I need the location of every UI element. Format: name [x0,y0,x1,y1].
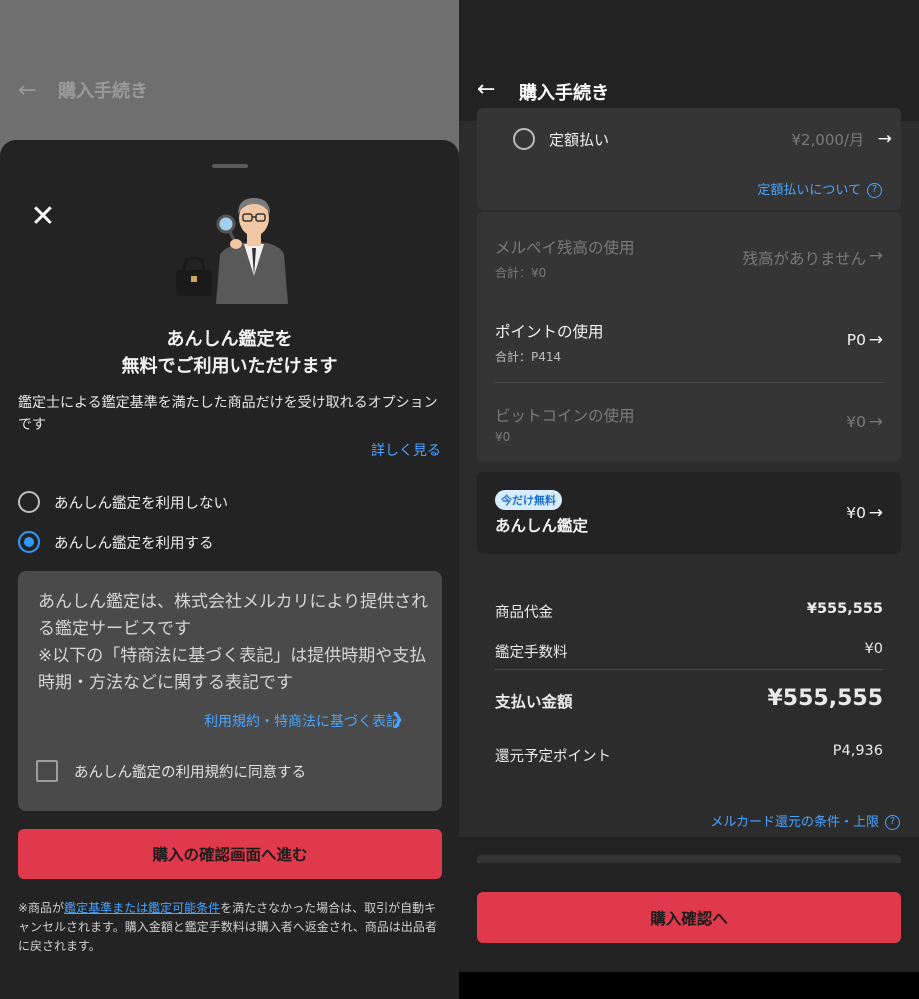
arrow-right-icon: → [868,412,883,432]
terms-link[interactable]: 利用規約・特商法に基づく表記 [204,711,400,731]
divider [495,669,883,670]
left-screen: ← 購入手続き ✕ あんしん鑑定を 無料でご利用いただけます 鑑定士による鑑定基… [0,0,459,999]
radio-use-selected[interactable] [18,531,40,553]
merpay-value: 残高がありません [742,250,866,268]
total-value: ¥555,555 [767,686,883,711]
anshin-value: ¥0 [846,504,866,522]
sheet-heading: あんしん鑑定を 無料でご利用いただけます [0,326,459,380]
agree-label: あんしん鑑定の利用規約に同意する [74,764,306,781]
bottom-sheet: ✕ あんしん鑑定を 無料でご利用いただけます 鑑定士による鑑定基準を満たした商品… [0,140,459,999]
heading-line-1: あんしん鑑定を [166,329,293,350]
more-link[interactable]: 詳しく見る [371,440,441,460]
arrow-right-icon[interactable]: → [869,330,883,350]
merpay-label: メルペイ残高の使用 [495,239,635,257]
fee-value: ¥0 [864,641,883,657]
page-title: 購入手続き [58,81,148,102]
divider [495,382,883,383]
right-header: ← 購入手続き [459,0,919,121]
teigaku-about-text: 定額払いについて [757,183,861,198]
option-use[interactable]: あんしん鑑定を利用する [18,530,214,554]
anshin-label: あんしん鑑定 [495,517,589,535]
note-prefix: ※商品が [18,901,65,915]
option-not-use-label: あんしん鑑定を利用しない [54,495,228,512]
terms-info-box: あんしん鑑定は、株式会社メルカリにより提供される鑑定サービスです ※以下の「特商… [18,571,442,811]
right-screen: ← 購入手続き 定額払い ¥2,000/月 → 定額払いについて? メルペイ残高… [459,0,919,999]
free-badge: 今だけ無料 [495,490,562,510]
merpay-sub: 合計：¥0 [495,266,547,280]
sheet-drag-handle[interactable] [212,164,248,168]
mercard-link-text: メルカード還元の条件・上限 [710,815,879,830]
appraisal-criteria-link[interactable]: 鑑定基準または鑑定可能条件 [64,901,220,915]
item-price: ¥555,555 [806,601,883,617]
option-use-label: あんしん鑑定を利用する [54,535,214,552]
info-icon: ? [867,183,882,198]
proceed-to-confirm-button[interactable]: 購入の確認画面へ進む [18,829,442,879]
option-not-use[interactable]: あんしん鑑定を利用しない [18,490,228,514]
total-label: 支払い金額 [495,693,573,711]
arrow-right-icon[interactable]: → [869,503,883,523]
arrow-left-icon[interactable]: ← [477,77,495,102]
arrow-left-icon[interactable]: ← [18,78,58,103]
page-title: 購入手続き [519,83,609,104]
nav-bar-area [459,972,919,999]
sheet-description: 鑑定士による鑑定基準を満たした商品だけを受け取れるオプションです [18,395,438,433]
bitcoin-sub: ¥0 [495,430,511,444]
teigaku-option[interactable]: 定額払い [513,128,609,150]
teigaku-about-link[interactable]: 定額払いについて? [757,179,882,198]
reward-points-label: 還元予定ポイント [495,749,611,765]
info-text: あんしん鑑定は、株式会社メルカリにより提供される鑑定サービスです ※以下の「特商… [38,592,429,693]
radio-teigaku[interactable] [513,128,535,150]
arrow-right-icon: → [868,246,883,266]
item-price-label: 商品代金 [495,605,553,621]
teigaku-label: 定額払い [549,130,610,149]
info-icon: ? [885,815,900,830]
teigaku-price: ¥2,000/月 [791,131,864,149]
bitcoin-value: ¥0 [846,413,866,431]
points-sub: 合計：P414 [495,350,562,364]
reward-points-value: P4,936 [832,743,883,759]
bitcoin-label: ビットコインの使用 [495,407,635,425]
points-label: ポイントの使用 [495,323,604,341]
mercard-conditions-link[interactable]: メルカード還元の条件・上限? [710,811,900,830]
chevron-right-icon[interactable]: ❯ [391,709,404,728]
left-header: ← 購入手続き [18,70,148,110]
fee-label: 鑑定手数料 [495,645,568,661]
agree-row[interactable]: あんしん鑑定の利用規約に同意する [36,760,306,782]
purchase-confirm-button[interactable]: 購入確認へ [477,892,901,943]
cancel-note: ※商品が鑑定基準または鑑定可能条件を満たさなかった場合は、取引が自動キャンセルさ… [18,899,444,956]
heading-line-2: 無料でご利用いただけます [121,356,338,377]
anshin-card[interactable] [477,472,901,554]
arrow-right-icon[interactable]: → [878,129,892,149]
close-icon[interactable]: ✕ [28,202,58,232]
points-value: P0 [846,331,866,349]
appraiser-illustration [176,198,288,304]
bottom-stripe [477,855,901,863]
agree-checkbox[interactable] [36,760,58,782]
radio-not-use[interactable] [18,491,40,513]
